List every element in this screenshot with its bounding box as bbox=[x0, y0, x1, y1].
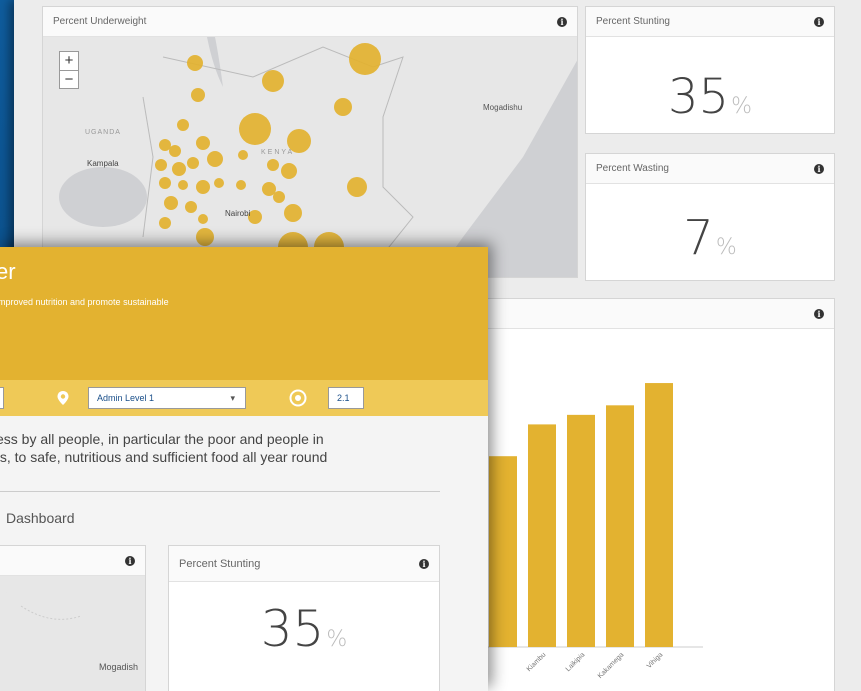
chart-bar[interactable] bbox=[606, 405, 634, 647]
target-icon bbox=[289, 389, 307, 407]
stunting-card: Percent Stunting i 35% bbox=[585, 6, 835, 134]
chart-bar[interactable] bbox=[489, 456, 517, 647]
stunting-value: 35% bbox=[169, 600, 439, 658]
wasting-card: Percent Wasting i 7% bbox=[585, 153, 835, 281]
zoom-in-button[interactable]: + bbox=[60, 52, 78, 70]
value-number-text: 35 bbox=[260, 600, 325, 658]
toolbar-left-box[interactable] bbox=[0, 387, 4, 409]
x-tick-label: Kiambu bbox=[526, 651, 548, 673]
underweight-map-card: Percent Underweight i Mogadishu UGANDA K… bbox=[42, 6, 578, 278]
front-title: er bbox=[0, 259, 16, 284]
front-toolbar: Admin Level 1 ▾ 2.1 bbox=[0, 380, 488, 416]
lake-victoria bbox=[59, 167, 147, 227]
front-map-canvas bbox=[0, 576, 145, 691]
chart-bar[interactable] bbox=[645, 383, 673, 647]
map-zoom-control: + − bbox=[59, 51, 79, 89]
front-map-card: i Mogadish bbox=[0, 545, 146, 691]
info-icon[interactable]: i bbox=[814, 163, 824, 174]
value-unit: % bbox=[715, 235, 737, 260]
x-tick-label: Laikipia bbox=[565, 651, 587, 673]
chart-bar[interactable] bbox=[567, 414, 595, 647]
indicator-value: 2.1 bbox=[337, 393, 350, 403]
dashboard-label: Dashboard bbox=[6, 510, 75, 526]
admin-level-value: Admin Level 1 bbox=[97, 393, 155, 403]
card-title: Percent Stunting bbox=[596, 16, 670, 27]
underweight-map[interactable]: Mogadishu UGANDA Kampala KENYA Nairobi +… bbox=[43, 37, 577, 277]
map-label-uganda: UGANDA bbox=[85, 129, 121, 136]
admin-level-select[interactable]: Admin Level 1 ▾ bbox=[88, 387, 246, 409]
card-header: Percent Stunting i bbox=[586, 7, 834, 37]
info-icon[interactable]: i bbox=[125, 555, 135, 566]
front-dashboard-panel: er improved nutrition and promote sustai… bbox=[0, 247, 488, 691]
x-tick-label: Kakamega bbox=[597, 651, 626, 680]
card-header: Percent Wasting i bbox=[586, 154, 834, 184]
map-canvas[interactable] bbox=[43, 37, 577, 277]
value-number: 7 bbox=[683, 210, 714, 266]
card-title: Percent Stunting bbox=[179, 557, 261, 570]
stunting-value: 35% bbox=[586, 69, 834, 125]
info-icon[interactable]: i bbox=[557, 16, 567, 27]
front-description: ess by all people, in particular the poo… bbox=[0, 431, 328, 465]
card-title: Percent Underweight bbox=[53, 16, 147, 27]
card-title: Percent Wasting bbox=[596, 163, 669, 174]
chart-bar[interactable] bbox=[528, 424, 556, 647]
card-header: Percent Stunting i bbox=[169, 546, 439, 582]
zoom-out-button[interactable]: − bbox=[60, 70, 78, 88]
info-icon[interactable]: i bbox=[814, 16, 824, 27]
x-tick-label: Vihiga bbox=[646, 651, 665, 670]
map-label-mogadishu: Mogadish bbox=[99, 662, 139, 672]
value-unit: % bbox=[731, 94, 752, 119]
map-label-kenya: KENYA bbox=[261, 149, 295, 156]
front-subtitle: improved nutrition and promote sustainab… bbox=[0, 297, 169, 307]
value-number: 35 bbox=[668, 69, 730, 125]
map-label-nairobi: Nairobi bbox=[225, 209, 251, 218]
front-header: er improved nutrition and promote sustai… bbox=[0, 247, 488, 380]
card-header: Percent Underweight i bbox=[43, 7, 577, 37]
info-icon[interactable]: i bbox=[419, 558, 429, 569]
front-map[interactable]: Mogadish bbox=[0, 576, 145, 691]
chevron-down-icon: ▾ bbox=[230, 393, 235, 403]
location-pin-icon bbox=[57, 391, 69, 405]
value-unit: % bbox=[326, 627, 348, 652]
indicator-input[interactable]: 2.1 bbox=[328, 387, 364, 409]
card-header: i bbox=[0, 546, 145, 576]
divider bbox=[0, 491, 440, 492]
map-label-mogadishu: Mogadishu bbox=[483, 103, 523, 112]
front-stunting-card: Percent Stunting i 35% bbox=[168, 545, 440, 691]
map-label-kampala: Kampala bbox=[87, 159, 119, 168]
wasting-value: 7% bbox=[586, 210, 834, 266]
info-icon[interactable]: i bbox=[814, 308, 824, 319]
